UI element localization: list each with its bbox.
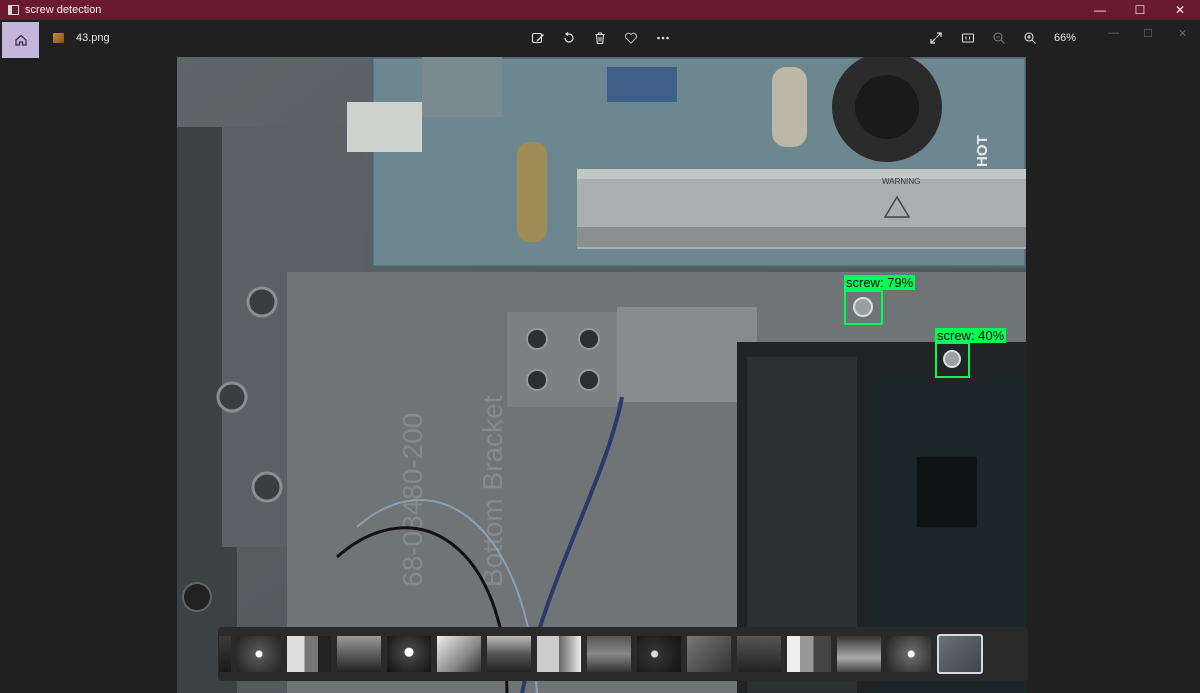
app-icon: [8, 5, 19, 15]
title-bar: screw detection — ☐ ✕: [0, 0, 1200, 20]
delete-icon: [595, 32, 605, 45]
close-button[interactable]: ✕: [1160, 0, 1200, 20]
maximize-button[interactable]: ☐: [1120, 0, 1160, 20]
secondary-maximize-button[interactable]: ☐: [1143, 27, 1153, 40]
detection-label-2: screw: 40%: [935, 328, 1007, 343]
home-button[interactable]: [2, 22, 39, 58]
thumbnail[interactable]: [487, 636, 531, 672]
actual-size-icon: [961, 33, 975, 43]
window-title: screw detection: [25, 4, 102, 16]
thumbnail[interactable]: [337, 636, 381, 672]
thumbnail[interactable]: [737, 636, 781, 672]
secondary-minimize-button[interactable]: —: [1108, 27, 1119, 39]
detection-label-1: screw: 79%: [844, 275, 916, 290]
image-file-icon: [53, 33, 64, 43]
toolbar: 43.png 66% — ☐ ✕: [0, 20, 1200, 58]
thumbnail[interactable]: [437, 636, 481, 672]
thumbnail[interactable]: [387, 636, 431, 672]
detection-box-2: [935, 342, 970, 378]
thumbnail-selected[interactable]: [937, 634, 983, 674]
thumbnail[interactable]: [287, 636, 331, 672]
file-name: 43.png: [76, 32, 110, 44]
fullscreen-icon: [930, 32, 942, 44]
delete-button[interactable]: [591, 29, 609, 47]
rotate-button[interactable]: [560, 29, 578, 47]
thumbnail[interactable]: [787, 636, 831, 672]
circuit-board-photo: WARNING HOT 68-08480-200 Bottom Bracket: [177, 57, 1026, 693]
thumbnail[interactable]: [837, 636, 881, 672]
fullscreen-button[interactable]: [927, 29, 945, 47]
more-icon: [657, 36, 669, 40]
more-button[interactable]: [654, 29, 672, 47]
detection-box-1: [844, 290, 883, 325]
rotate-icon: [564, 32, 574, 43]
favorite-button[interactable]: [622, 29, 640, 47]
thumbnail[interactable]: [637, 636, 681, 672]
thumbnail[interactable]: [219, 636, 231, 672]
zoom-out-button[interactable]: [990, 29, 1008, 47]
zoom-in-icon: [1024, 32, 1036, 44]
thumbnail[interactable]: [237, 636, 281, 672]
warning-text: WARNING: [882, 177, 920, 186]
photo-viewer[interactable]: WARNING HOT 68-08480-200 Bottom Bracket …: [177, 57, 1026, 693]
thumbnail[interactable]: [537, 636, 581, 672]
actual-size-button[interactable]: [959, 29, 977, 47]
filmstrip: [218, 627, 1028, 681]
favorite-icon: [624, 32, 638, 44]
home-icon: [14, 34, 27, 46]
thumbnail[interactable]: [587, 636, 631, 672]
edit-icon: [531, 32, 544, 44]
thumbnail[interactable]: [887, 636, 931, 672]
minimize-button[interactable]: —: [1080, 0, 1120, 20]
zoom-in-button[interactable]: [1021, 29, 1039, 47]
zoom-level[interactable]: 66%: [1054, 32, 1076, 44]
zoom-out-icon: [993, 32, 1005, 44]
secondary-close-button[interactable]: ✕: [1178, 27, 1187, 40]
edit-button[interactable]: [529, 29, 547, 47]
thumbnail[interactable]: [687, 636, 731, 672]
hot-text: HOT: [974, 135, 991, 167]
window-controls: — ☐ ✕: [1080, 0, 1200, 20]
